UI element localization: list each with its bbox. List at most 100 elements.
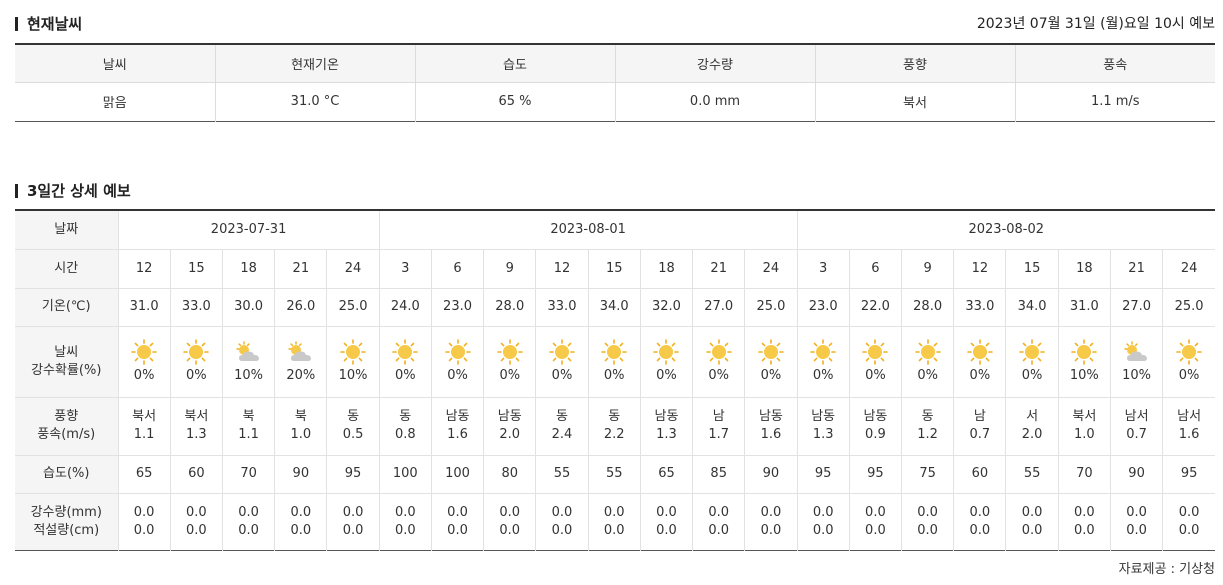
time-cell: 24 [744,249,798,289]
sun-icon [1069,338,1099,365]
precip-probability: 0% [969,367,991,383]
header-humidity: 습도 [414,44,615,83]
humidity-cell: 95 [1162,455,1215,494]
wind-speed: 2.4 [551,427,573,442]
temperature-cell: 27.0 [692,288,745,327]
weather-cell: 0% [639,326,693,398]
wind-cell: 남서 1.6 [1162,397,1215,456]
precipitation-cell: 0.0 0.0 [117,493,171,550]
wind-cell: 북서 1.3 [169,397,223,456]
temperature-cell: 33.0 [953,288,1006,327]
row-label-weather: 날씨 강수확률(%) [15,326,118,398]
humidity-cell: 90 [744,455,798,494]
time-cell: 12 [953,249,1006,289]
rain-amount: 0.0 [1178,504,1200,520]
precip-probability: 0% [499,367,521,383]
rain-amount: 0.0 [1126,504,1147,520]
wind-direction: 남동 [758,409,783,424]
wind-speed: 1.6 [447,427,468,442]
rain-amount: 0.0 [812,504,834,520]
wind-cell: 서 2.0 [1005,397,1059,456]
weather-cell: 0% [587,326,641,398]
humidity-cell: 60 [169,455,223,494]
snow-amount: 0.0 [603,522,625,538]
temperature-cell: 33.0 [169,288,223,327]
time-cell: 15 [587,249,641,289]
temperature-cell: 22.0 [848,288,902,327]
current-value-row: 맑음 31.0 °C 65 % 0.0 mm 북서 1.1 m/s [15,82,1215,121]
temperature-cell: 34.0 [587,288,641,327]
header-weather: 날씨 [15,44,215,83]
snow-amount: 0.0 [551,522,573,538]
weather-cell: 0% [796,326,850,398]
precipitation-cell: 0.0 0.0 [274,493,327,550]
time-cell: 18 [639,249,693,289]
precip-probability: 0% [551,367,573,383]
wind-speed: 0.8 [394,427,416,442]
time-cell: 18 [1057,249,1111,289]
precip-probability: 0% [656,367,677,383]
weather-cell: 0% [692,326,745,398]
sun-icon [129,338,159,365]
header-wind-speed: 풍속 [1014,44,1215,83]
header-wind-direction: 풍향 [814,44,1015,83]
wind-direction: 북서 [132,409,157,424]
wind-cell: 북 1.0 [274,397,327,456]
snow-amount: 0.0 [760,522,782,538]
precip-probability: 0% [812,367,834,383]
forecast-title-text: 3일간 상세 예보 [27,182,131,200]
wind-direction: 서 [1026,409,1039,424]
precipitation-cell: 0.0 0.0 [430,493,484,550]
wind-speed: 1.6 [1178,427,1200,442]
wind-direction: 동 [608,409,621,424]
rain-amount: 0.0 [656,504,677,520]
snow-amount: 0.0 [1021,522,1043,538]
precipitation-row: 강수량(mm) 적설량(cm) 0.0 0.0 0.0 0.0 0.0 0.0 0.0 0.0… [15,493,1215,550]
wind-speed: 0.7 [969,427,991,442]
date-header: 2023-08-01 [378,210,798,250]
wind-direction: 동 [921,409,934,424]
precipitation-cell: 0.0 0.0 [639,493,693,550]
row-label-precipitation: 강수량(mm) 적설량(cm) [15,493,118,550]
snow-amount: 0.0 [447,522,468,538]
row-label-wind: 풍향 풍속(m/s) [15,397,118,456]
sun-icon [913,338,943,365]
weather-cell: 0% [535,326,589,398]
precipitation-cell: 0.0 0.0 [378,493,432,550]
precipitation-cell: 0.0 0.0 [221,493,275,550]
wind-direction: 남 [973,409,986,424]
sun-icon [599,338,629,365]
snow-amount: 0.0 [969,522,991,538]
wind-cell: 남 1.7 [692,397,745,456]
header-temperature: 현재기온 [214,44,415,83]
humidity-cell: 85 [692,455,745,494]
precipitation-cell: 0.0 0.0 [744,493,798,550]
weather-cell: 10% [326,326,380,398]
weather-cell: 20% [274,326,327,398]
time-cell: 6 [430,249,484,289]
precipitation-cell: 0.0 0.0 [692,493,745,550]
wind-direction: 북 [242,409,255,424]
current-weather-title-text: 현재날씨 [27,15,83,33]
humidity-cell: 65 [117,455,171,494]
wind-cell: 남동 1.6 [744,397,798,456]
time-cell: 15 [169,249,223,289]
precip-probability: 10% [1069,367,1099,383]
sun-icon [1017,338,1047,365]
temperature-cell: 23.0 [796,288,850,327]
wind-cell: 북서 1.0 [1057,397,1111,456]
wind-direction: 남동 [811,409,836,424]
sun-icon [547,338,577,365]
snow-amount: 0.0 [394,522,416,538]
humidity-row: 습도(%) 65 60 70 90 95 100 100 80 55 55 65 85 90 95 95 75… [15,455,1215,494]
wind-direction: 남동 [863,409,888,424]
sun-icon [808,338,838,365]
time-cell: 18 [221,249,275,289]
forecast-title: 3일간 상세 예보 [15,180,131,201]
wind-cell: 남동 1.3 [639,397,693,456]
precipitation-cell: 0.0 0.0 [326,493,380,550]
wind-cell: 북 1.1 [221,397,275,456]
wind-cell: 동 0.8 [378,397,432,456]
rain-amount: 0.0 [238,504,259,520]
humidity-cell: 90 [274,455,327,494]
